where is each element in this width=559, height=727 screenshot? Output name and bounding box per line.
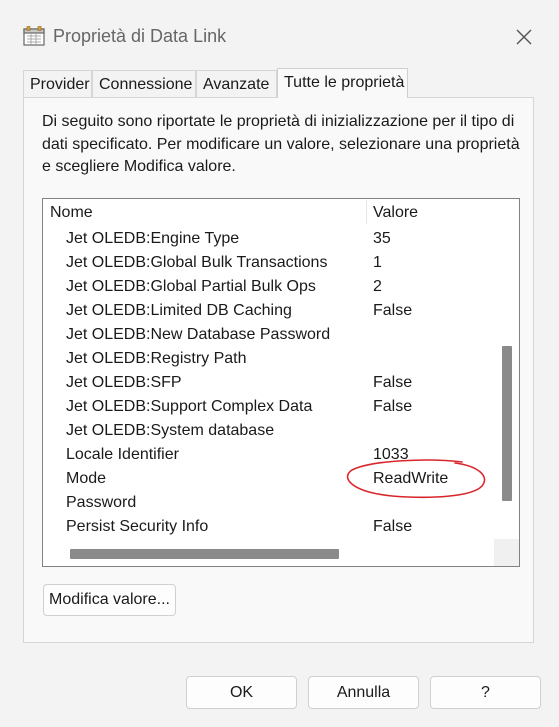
ok-button[interactable]: OK [186,676,297,709]
horizontal-scroll-thumb[interactable] [70,549,339,559]
property-value: False [373,518,413,535]
dialog-footer: OK Annulla ? [0,654,559,727]
table-row[interactable]: Persist Security Info False [43,515,493,539]
property-name: Jet OLEDB:Global Bulk Transactions [66,254,328,271]
table-row[interactable]: Jet OLEDB:Registry Path [43,347,493,371]
property-name: Password [66,494,137,511]
property-name: Jet OLEDB:Global Partial Bulk Ops [66,278,316,295]
table-row[interactable]: Jet OLEDB:New Database Password [43,323,493,347]
table-row[interactable]: Jet OLEDB:Global Bulk Transactions 1 [43,251,493,275]
title-bar: Proprietà di Data Link [0,0,559,70]
close-icon [516,29,532,45]
property-value: False [373,398,413,415]
data-link-icon [23,26,45,46]
vertical-scroll-thumb[interactable] [502,346,512,501]
property-value: False [373,302,413,319]
property-value: 1 [373,254,382,271]
data-link-properties-dialog: Proprietà di Data Link Provider Connessi… [0,0,559,727]
horizontal-scrollbar[interactable] [43,541,519,566]
table-row[interactable]: Jet OLEDB:Limited DB Caching False [43,299,493,323]
property-name: Jet OLEDB:Registry Path [66,350,247,367]
table-row[interactable]: Jet OLEDB:Global Partial Bulk Ops 2 [43,275,493,299]
vertical-scrollbar[interactable] [494,199,519,539]
table-row[interactable]: Mode ReadWrite [43,467,493,491]
column-divider[interactable] [366,200,367,224]
tab-tutte-le-proprieta[interactable]: Tutte le proprietà [277,68,408,98]
property-name: Jet OLEDB:Support Complex Data [66,398,313,415]
table-row[interactable]: Jet OLEDB:Engine Type 35 [43,227,493,251]
property-name: Jet OLEDB:SFP [66,374,182,391]
table-row[interactable]: Jet OLEDB:Support Complex Data False [43,395,493,419]
help-button[interactable]: ? [430,676,541,709]
window-title: Proprietà di Data Link [53,26,227,46]
property-value: ReadWrite [373,470,449,487]
property-name: Locale Identifier [66,446,179,463]
property-value: 35 [373,230,391,247]
property-name: Jet OLEDB:Engine Type [66,230,240,247]
close-button[interactable] [506,20,542,54]
table-row[interactable]: Jet OLEDB:SFP False [43,371,493,395]
property-value: 2 [373,278,382,295]
property-value: 1033 [373,446,409,463]
edit-value-button[interactable]: Modifica valore... [43,584,176,616]
property-name: Persist Security Info [66,518,209,535]
properties-grid[interactable]: Nome Valore Jet OLEDB:Engine Type 35 Jet… [42,198,520,567]
column-header-value[interactable]: Valore [373,199,418,226]
description-text: Di seguito sono riportate le proprietà d… [42,113,520,175]
property-name: Jet OLEDB:System database [66,422,275,439]
property-name: Jet OLEDB:New Database Password [66,326,331,343]
property-name: Mode [66,470,107,487]
table-row[interactable]: Locale Identifier 1033 [43,443,493,467]
property-value: False [373,374,413,391]
property-name: Jet OLEDB:Limited DB Caching [66,302,292,319]
tab-connessione[interactable]: Connessione [92,70,196,97]
tab-provider[interactable]: Provider [23,70,92,97]
column-header-name[interactable]: Nome [50,199,93,226]
scrollbar-corner [494,539,519,566]
tab-avanzate[interactable]: Avanzate [196,70,277,97]
table-row[interactable]: Password [43,491,493,515]
cancel-button[interactable]: Annulla [308,676,419,709]
table-row[interactable]: Jet OLEDB:System database [43,419,493,443]
